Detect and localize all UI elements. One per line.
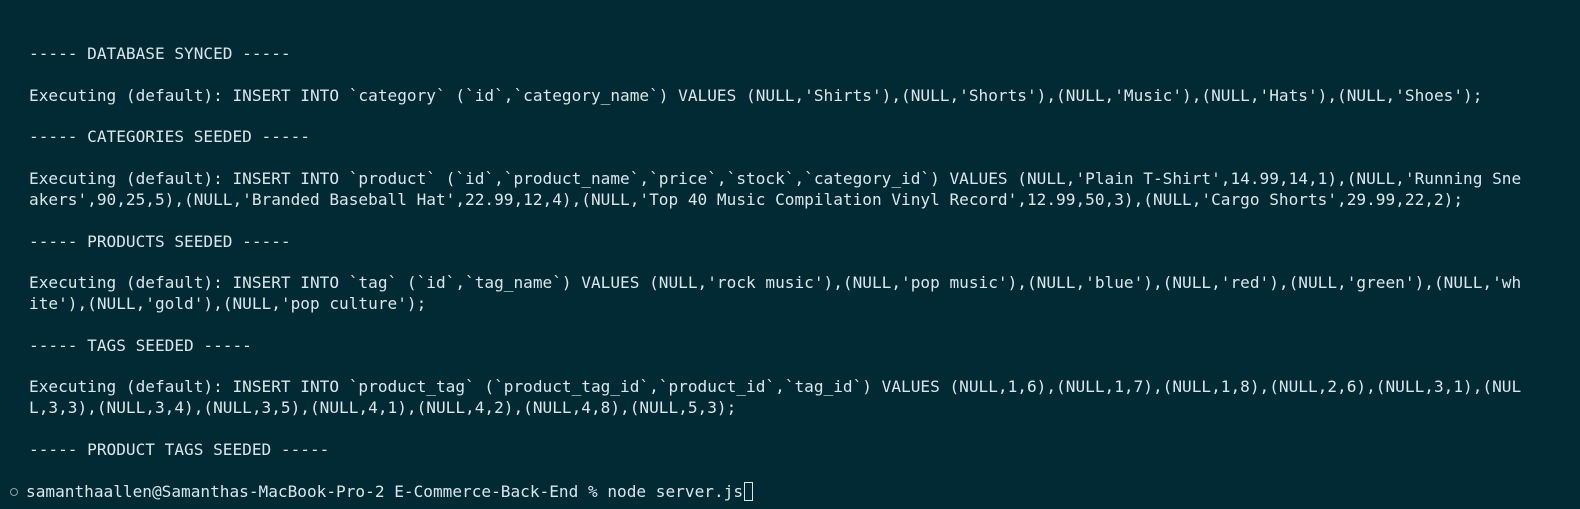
command-input[interactable]: node server.js <box>607 481 743 502</box>
output-line-category-insert: Executing (default): INSERT INTO `catego… <box>29 86 1483 105</box>
output-line-tags-seeded: ----- TAGS SEEDED ----- <box>29 336 252 355</box>
output-line-product-insert-cont: akers',90,25,5),(NULL,'Branded Baseball … <box>29 190 1464 209</box>
output-line-product-insert: Executing (default): INSERT INTO `produc… <box>29 169 1522 188</box>
output-line-product-tag-insert-cont: L,3,3),(NULL,3,4),(NULL,3,5),(NULL,4,1),… <box>29 398 737 417</box>
output-line-tag-insert-cont: ite'),(NULL,'gold'),(NULL,'pop culture')… <box>29 294 427 313</box>
output-line-categories-seeded: ----- CATEGORIES SEEDED ----- <box>29 127 310 146</box>
terminal-window[interactable]: ----- DATABASE SYNCED ----- Executing (d… <box>0 0 1580 509</box>
output-line-product-tag-insert: Executing (default): INSERT INTO `produc… <box>29 377 1522 396</box>
output-line-products-seeded: ----- PRODUCTS SEEDED ----- <box>29 232 291 251</box>
output-line-product-tags-seeded: ----- PRODUCT TAGS SEEDED ----- <box>29 440 330 459</box>
command-prompt[interactable]: samanthaallen@Samanthas-MacBook-Pro-2 E-… <box>10 481 754 502</box>
output-line-tag-insert: Executing (default): INSERT INTO `tag` (… <box>29 273 1522 292</box>
output-line-db-synced: ----- DATABASE SYNCED ----- <box>29 44 291 63</box>
cursor-block-icon <box>744 482 754 501</box>
command-status-icon <box>10 487 18 496</box>
prompt-text: samanthaallen@Samanthas-MacBook-Pro-2 E-… <box>26 482 608 501</box>
